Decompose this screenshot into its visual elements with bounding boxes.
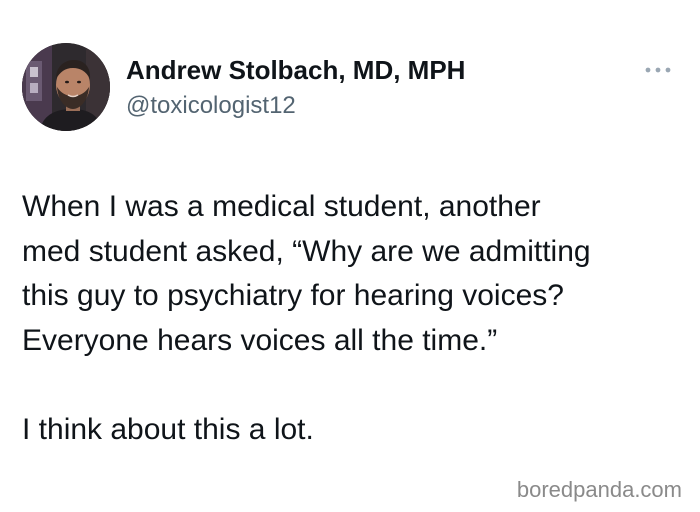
tweet-text: When I was a medical student, another me… [22, 185, 692, 452]
tweet-text-line: When I was a medical student, another [22, 190, 541, 223]
more-options-button[interactable] [640, 58, 676, 82]
ellipsis-icon [645, 67, 671, 73]
tweet-text-line: Everyone hears voices all the time.” [22, 323, 498, 357]
author-handle[interactable]: @toxicologist12 [126, 92, 296, 120]
tweet-card: Andrew Stolbach, MD, MPH @toxicologist12… [0, 0, 700, 512]
author-display-name[interactable]: Andrew Stolbach, MD, MPH [126, 55, 465, 85]
tweet-text-line: med student asked, “Why are we admitting [22, 234, 591, 268]
watermark: boredpanda.com [516, 477, 682, 502]
author-avatar[interactable] [22, 43, 110, 131]
tweet-text-line: I think about this a lot. [22, 412, 314, 446]
tweet-text-line: this guy to psychiatry for hearing voice… [22, 279, 564, 312]
profile-photo-icon [22, 43, 110, 131]
